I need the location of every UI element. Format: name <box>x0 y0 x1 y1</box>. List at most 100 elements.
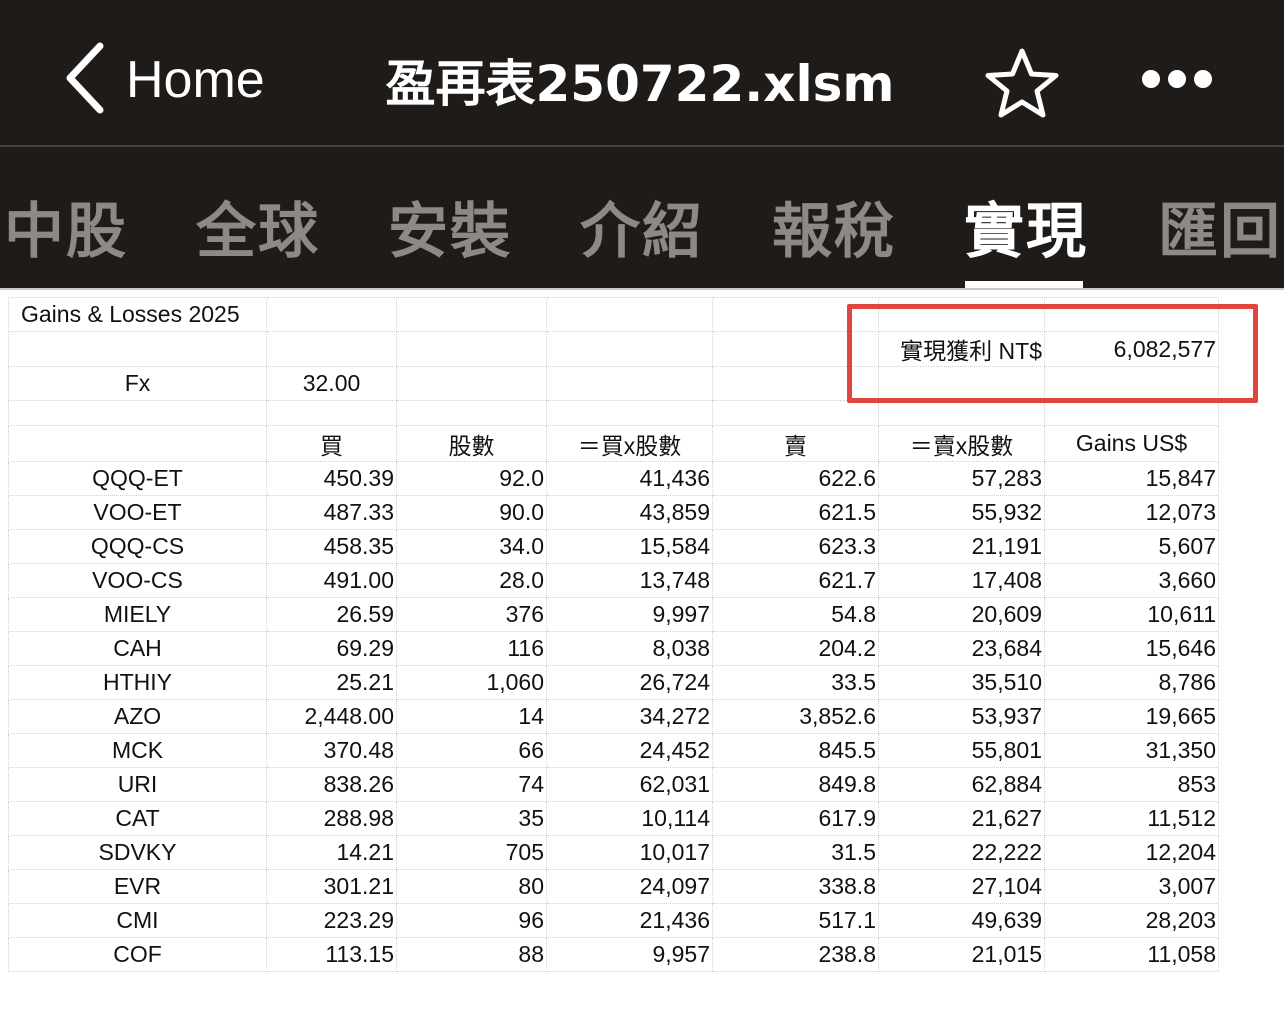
gain-cell[interactable]: 8,786 <box>1044 665 1219 700</box>
buy-price-cell[interactable]: 450.39 <box>266 461 397 496</box>
buy-price-cell[interactable]: 288.98 <box>266 801 397 836</box>
tab-tax[interactable]: 報稅 <box>772 183 896 270</box>
proceeds-cell[interactable]: 49,639 <box>878 903 1045 938</box>
cell[interactable] <box>546 400 713 426</box>
proceeds-cell[interactable]: 57,283 <box>878 461 1045 496</box>
sell-price-cell[interactable]: 517.1 <box>712 903 879 938</box>
sell-price-cell[interactable]: 238.8 <box>712 937 879 972</box>
gain-cell[interactable]: 12,204 <box>1044 835 1219 870</box>
header-buy[interactable]: 買 <box>266 425 397 462</box>
tab-realized[interactable]: 實現 <box>964 183 1088 270</box>
cost-cell[interactable]: 8,038 <box>546 631 713 666</box>
shares-cell[interactable]: 705 <box>396 835 547 870</box>
ticker-cell[interactable]: QQQ-ET <box>8 461 267 496</box>
tab-intro[interactable]: 介紹 <box>580 183 704 270</box>
sell-price-cell[interactable]: 3,852.6 <box>712 699 879 734</box>
cost-cell[interactable]: 13,748 <box>546 563 713 598</box>
buy-price-cell[interactable]: 458.35 <box>266 529 397 564</box>
sell-price-cell[interactable]: 622.6 <box>712 461 879 496</box>
cell[interactable] <box>1044 400 1219 426</box>
fx-label[interactable]: Fx <box>8 366 267 401</box>
back-button[interactable]: Home <box>62 40 265 120</box>
header-cost[interactable]: ＝買x股數 <box>546 425 713 462</box>
realized-profit-label[interactable]: 實現獲利 NT$ <box>878 331 1045 367</box>
shares-cell[interactable]: 92.0 <box>396 461 547 496</box>
cost-cell[interactable]: 9,957 <box>546 937 713 972</box>
cost-cell[interactable]: 24,452 <box>546 733 713 768</box>
buy-price-cell[interactable]: 301.21 <box>266 869 397 904</box>
ticker-cell[interactable]: AZO <box>8 699 267 734</box>
cell[interactable] <box>396 366 547 401</box>
shares-cell[interactable]: 14 <box>396 699 547 734</box>
cost-cell[interactable]: 41,436 <box>546 461 713 496</box>
proceeds-cell[interactable]: 21,191 <box>878 529 1045 564</box>
cell[interactable] <box>8 425 267 462</box>
ticker-cell[interactable]: MIELY <box>8 597 267 632</box>
shares-cell[interactable]: 88 <box>396 937 547 972</box>
shares-cell[interactable]: 376 <box>396 597 547 632</box>
proceeds-cell[interactable]: 27,104 <box>878 869 1045 904</box>
ticker-cell[interactable]: CMI <box>8 903 267 938</box>
ticker-cell[interactable]: CAH <box>8 631 267 666</box>
ticker-cell[interactable]: VOO-ET <box>8 495 267 530</box>
proceeds-cell[interactable]: 22,222 <box>878 835 1045 870</box>
cell[interactable] <box>266 297 397 332</box>
buy-price-cell[interactable]: 487.33 <box>266 495 397 530</box>
cell[interactable] <box>266 400 397 426</box>
shares-cell[interactable]: 28.0 <box>396 563 547 598</box>
header-sell[interactable]: 賣 <box>712 425 879 462</box>
cost-cell[interactable]: 62,031 <box>546 767 713 802</box>
proceeds-cell[interactable]: 20,609 <box>878 597 1045 632</box>
cell[interactable] <box>8 400 267 426</box>
gain-cell[interactable]: 11,058 <box>1044 937 1219 972</box>
sell-price-cell[interactable]: 54.8 <box>712 597 879 632</box>
sell-price-cell[interactable]: 617.9 <box>712 801 879 836</box>
gain-cell[interactable]: 5,607 <box>1044 529 1219 564</box>
header-gains[interactable]: Gains US$ <box>1044 425 1219 462</box>
buy-price-cell[interactable]: 14.21 <box>266 835 397 870</box>
cost-cell[interactable]: 34,272 <box>546 699 713 734</box>
gain-cell[interactable]: 10,611 <box>1044 597 1219 632</box>
cell[interactable] <box>266 331 397 367</box>
sell-price-cell[interactable]: 845.5 <box>712 733 879 768</box>
shares-cell[interactable]: 80 <box>396 869 547 904</box>
ticker-cell[interactable]: CAT <box>8 801 267 836</box>
proceeds-cell[interactable]: 35,510 <box>878 665 1045 700</box>
sell-price-cell[interactable]: 849.8 <box>712 767 879 802</box>
ticker-cell[interactable]: QQQ-CS <box>8 529 267 564</box>
cell[interactable] <box>878 366 1045 401</box>
sheet-title-cell[interactable]: Gains & Losses 2025 <box>8 297 267 332</box>
gain-cell[interactable]: 3,007 <box>1044 869 1219 904</box>
cell[interactable] <box>712 297 879 332</box>
more-button[interactable] <box>1140 62 1214 96</box>
ticker-cell[interactable]: EVR <box>8 869 267 904</box>
sell-price-cell[interactable]: 621.5 <box>712 495 879 530</box>
cell[interactable] <box>878 400 1045 426</box>
cell[interactable] <box>396 297 547 332</box>
cell[interactable] <box>712 400 879 426</box>
gain-cell[interactable]: 15,847 <box>1044 461 1219 496</box>
shares-cell[interactable]: 90.0 <box>396 495 547 530</box>
cell[interactable] <box>546 366 713 401</box>
favorite-button[interactable] <box>984 46 1060 122</box>
shares-cell[interactable]: 66 <box>396 733 547 768</box>
gain-cell[interactable]: 31,350 <box>1044 733 1219 768</box>
buy-price-cell[interactable]: 838.26 <box>266 767 397 802</box>
buy-price-cell[interactable]: 2,448.00 <box>266 699 397 734</box>
gain-cell[interactable]: 15,646 <box>1044 631 1219 666</box>
cell[interactable] <box>546 331 713 367</box>
shares-cell[interactable]: 34.0 <box>396 529 547 564</box>
cell[interactable] <box>712 331 879 367</box>
proceeds-cell[interactable]: 21,627 <box>878 801 1045 836</box>
buy-price-cell[interactable]: 113.15 <box>266 937 397 972</box>
sell-price-cell[interactable]: 621.7 <box>712 563 879 598</box>
sell-price-cell[interactable]: 623.3 <box>712 529 879 564</box>
buy-price-cell[interactable]: 223.29 <box>266 903 397 938</box>
cost-cell[interactable]: 10,017 <box>546 835 713 870</box>
sell-price-cell[interactable]: 33.5 <box>712 665 879 700</box>
proceeds-cell[interactable]: 62,884 <box>878 767 1045 802</box>
cost-cell[interactable]: 21,436 <box>546 903 713 938</box>
cell[interactable] <box>396 400 547 426</box>
shares-cell[interactable]: 96 <box>396 903 547 938</box>
cell[interactable] <box>8 331 267 367</box>
